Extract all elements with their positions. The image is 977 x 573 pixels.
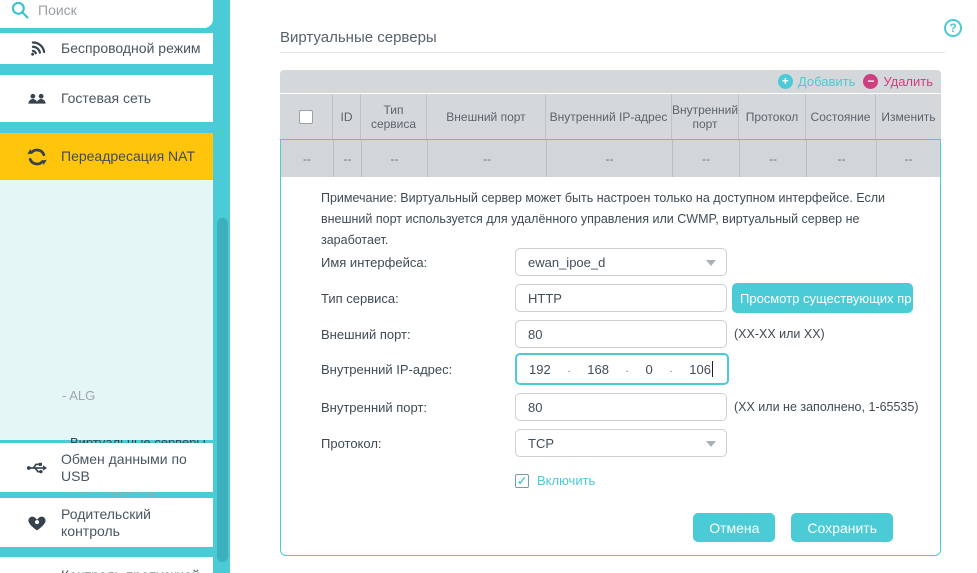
enable-label: Включить	[537, 473, 595, 488]
guest-network-icon	[25, 88, 49, 110]
sidebar-item-nat-forwarding[interactable]: Переадресация NAT	[0, 133, 213, 180]
save-button[interactable]: Сохранить	[791, 513, 893, 542]
sidebar-item-label: Переадресация NAT	[61, 148, 195, 165]
protocol-label: Протокол:	[321, 436, 515, 451]
sidebar-search[interactable]	[0, 0, 213, 28]
search-input[interactable]	[38, 2, 188, 18]
cell-select: --	[281, 140, 334, 177]
cell-service-type: --	[362, 140, 428, 177]
external-port-row: Внешний порт: (XX-XX или XX)	[321, 319, 940, 349]
add-button-label: Добавить	[798, 74, 855, 89]
nat-submenu: - ALG - Виртуальные серверы - Port Trigg…	[0, 180, 213, 440]
select-all-checkbox[interactable]	[299, 110, 313, 124]
table-header-row: ID Тип сервиса Внешний порт Внутренний I…	[280, 94, 941, 139]
ip-octet-4: 106	[689, 362, 711, 377]
column-header-service-type: Тип сервиса	[361, 94, 427, 139]
sidebar-item-guest-network[interactable]: Гостевая сеть	[0, 75, 213, 122]
internal-ip-row: Внутренний IP-адрес: 192 . 168 . 0 . 106	[321, 354, 940, 384]
cell-modify: --	[877, 140, 940, 177]
sidebar-item-label: Контроль пропускной	[0, 557, 200, 573]
title-divider	[280, 52, 945, 53]
table-toolbar: + Добавить − Удалить	[280, 70, 941, 93]
service-type-input[interactable]	[515, 284, 727, 312]
add-button[interactable]: + Добавить	[778, 74, 855, 89]
column-header-protocol: Протокол	[739, 94, 806, 139]
protocol-select[interactable]: TCP	[515, 429, 727, 457]
external-port-input[interactable]	[515, 320, 727, 348]
row-editor-panel: -- -- -- -- -- -- -- -- -- Примечание: В…	[280, 139, 941, 556]
view-existing-apps-button[interactable]: Просмотр существующих пр	[732, 283, 913, 313]
protocol-selected-value: TCP	[528, 436, 554, 451]
ip-octet-3: 0	[645, 362, 652, 377]
service-type-label: Тип сервиса:	[321, 291, 515, 306]
interface-selected-value: ewan_ipoe_d	[528, 255, 605, 270]
select-all-cell	[280, 94, 333, 139]
column-header-status: Состояние	[806, 94, 876, 139]
plus-icon: +	[778, 74, 793, 89]
column-header-internal-port: Внутренний порт	[672, 94, 739, 139]
column-header-external-port: Внешний порт	[427, 94, 546, 139]
sidebar-item-label: Гостевая сеть	[61, 90, 151, 107]
column-header-internal-ip: Внутренний IP-адрес	[546, 94, 672, 139]
cell-internal-ip: --	[547, 140, 673, 177]
cancel-button[interactable]: Отмена	[693, 513, 775, 542]
note-text: Примечание: Виртуальный сервер может быт…	[321, 188, 921, 251]
interface-select[interactable]: ewan_ipoe_d	[515, 248, 727, 276]
ip-separator: .	[567, 363, 570, 375]
sidebar-scrollbar-thumb[interactable]	[217, 218, 228, 562]
sidebar: Беспроводной режим Гостевая сеть Переадр…	[0, 0, 230, 573]
minus-icon: −	[863, 74, 878, 89]
cell-protocol: --	[740, 140, 807, 177]
nat-forwarding-icon	[25, 146, 49, 168]
ip-separator: .	[669, 363, 672, 375]
delete-button[interactable]: − Удалить	[863, 74, 933, 89]
interface-label: Имя интерфейса:	[321, 255, 515, 270]
ip-octet-2: 168	[587, 362, 609, 377]
ip-octet-1: 192	[529, 362, 551, 377]
column-header-modify: Изменить	[876, 94, 941, 139]
sidebar-item-wireless[interactable]: Беспроводной режим	[0, 33, 213, 64]
interface-row: Имя интерфейса: ewan_ipoe_d	[321, 247, 940, 277]
text-cursor	[712, 361, 713, 377]
search-icon	[10, 0, 30, 20]
sidebar-item-bandwidth-control[interactable]: Контроль пропускной	[0, 557, 213, 573]
sidebar-item-alg[interactable]: - ALG	[62, 388, 95, 403]
main-content: Виртуальные серверы ? + Добавить − Удали…	[230, 0, 977, 573]
enable-checkbox[interactable]: ✓	[515, 474, 529, 488]
chevron-down-icon	[706, 260, 716, 266]
column-header-id: ID	[333, 94, 361, 139]
cell-internal-port: --	[673, 140, 740, 177]
sidebar-item-usb-sharing[interactable]: Обмен данными по USB	[0, 443, 213, 492]
internal-port-hint: (XX или не заполнено, 1-65535)	[734, 400, 919, 414]
table-row[interactable]: -- -- -- -- -- -- -- -- --	[281, 140, 940, 177]
external-port-hint: (XX-XX или XX)	[734, 327, 825, 341]
ip-separator: .	[626, 363, 629, 375]
help-icon[interactable]: ?	[944, 19, 962, 37]
cell-status: --	[807, 140, 877, 177]
enable-checkbox-row[interactable]: ✓ Включить	[515, 473, 595, 488]
external-port-label: Внешний порт:	[321, 327, 515, 342]
sidebar-item-label: Родительский контроль	[61, 506, 191, 540]
internal-port-input[interactable]	[515, 393, 727, 421]
internal-ip-label: Внутренний IP-адрес:	[321, 362, 515, 377]
sidebar-item-label: Обмен данными по USB	[61, 451, 211, 485]
wifi-icon	[25, 38, 49, 60]
internal-port-label: Внутренний порт:	[321, 400, 515, 415]
usb-icon	[25, 457, 49, 479]
parental-control-icon	[25, 512, 49, 534]
form-actions: Отмена Сохранить	[693, 513, 893, 542]
cell-id: --	[334, 140, 362, 177]
ip-octet-4-wrap: 106	[689, 361, 713, 377]
delete-button-label: Удалить	[883, 74, 933, 89]
chevron-down-icon	[706, 441, 716, 447]
internal-ip-input[interactable]: 192 . 168 . 0 . 106	[515, 353, 729, 385]
page-title: Виртуальные серверы	[280, 29, 437, 46]
cell-external-port: --	[428, 140, 547, 177]
sidebar-item-label: Беспроводной режим	[61, 40, 201, 57]
sidebar-item-parental-control[interactable]: Родительский контроль	[0, 498, 213, 547]
protocol-row: Протокол: TCP	[321, 428, 940, 458]
internal-port-row: Внутренний порт: (XX или не заполнено, 1…	[321, 392, 940, 422]
service-type-row: Тип сервиса: Просмотр существующих пр	[321, 283, 940, 313]
